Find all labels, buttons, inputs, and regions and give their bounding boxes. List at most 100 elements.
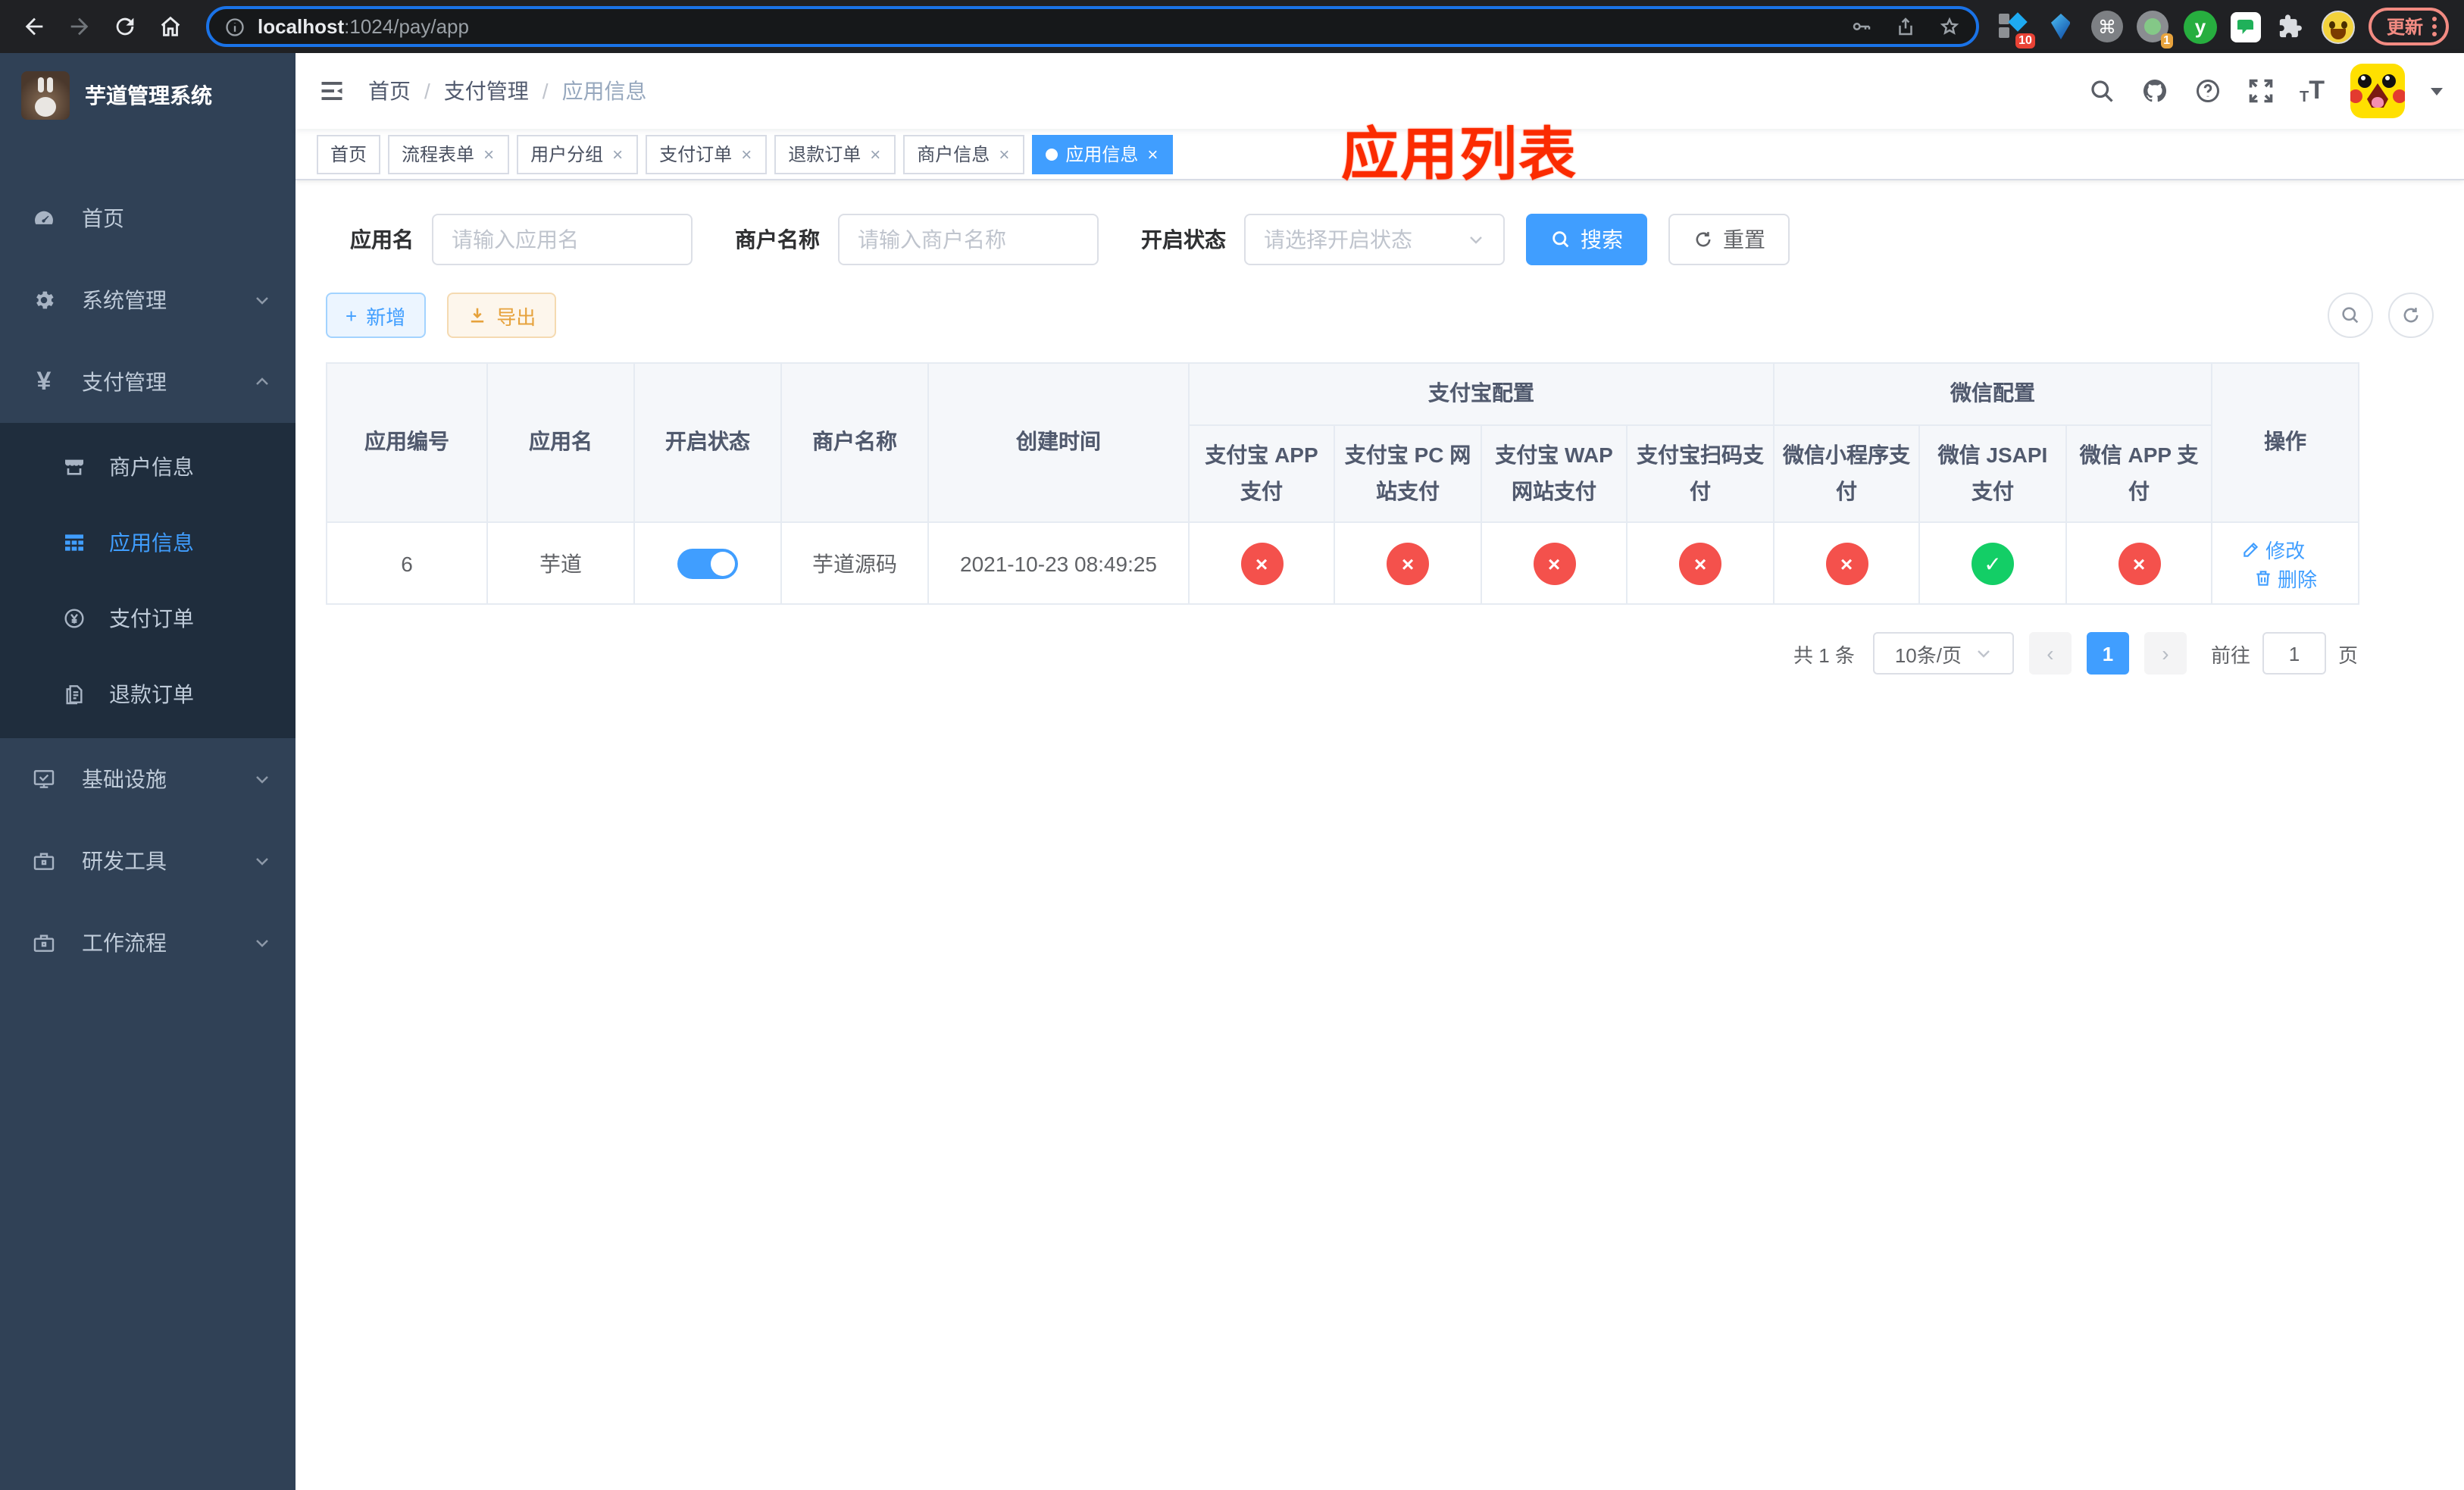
sidebar-item-refund-orders[interactable]: 退款订单 bbox=[0, 656, 295, 732]
refresh-table-button[interactable] bbox=[2388, 293, 2434, 338]
help-icon[interactable] bbox=[2194, 77, 2221, 105]
reset-button[interactable]: 重置 bbox=[1668, 214, 1790, 265]
merchant-name-input[interactable] bbox=[838, 214, 1099, 265]
search-button[interactable]: 搜索 bbox=[1526, 214, 1647, 265]
add-button[interactable]: + 新增 bbox=[326, 293, 426, 338]
breadcrumb-payment[interactable]: 支付管理 bbox=[444, 76, 529, 106]
cell-created: 2021-10-23 08:49:25 bbox=[927, 521, 1190, 606]
font-size-icon[interactable]: TT bbox=[2300, 76, 2325, 106]
sidebar-item-app-info[interactable]: 应用信息 bbox=[0, 505, 295, 581]
reload-icon[interactable] bbox=[106, 8, 142, 45]
bookmark-star-icon[interactable] bbox=[1938, 15, 1961, 38]
app-title: 芋道管理系统 bbox=[85, 83, 212, 108]
password-key-icon[interactable] bbox=[1850, 15, 1873, 38]
browser-profile-avatar[interactable] bbox=[2321, 10, 2355, 43]
sidebar-item-workflow[interactable]: 工作流程 bbox=[0, 902, 295, 984]
status-select[interactable]: 请选择开启状态 bbox=[1244, 214, 1505, 265]
sidebar-item-home[interactable]: 首页 bbox=[0, 177, 295, 259]
delete-button[interactable]: 删除 bbox=[2253, 564, 2317, 593]
chevron-down-icon bbox=[253, 291, 271, 309]
page-number-1[interactable]: 1 bbox=[2086, 632, 2129, 675]
col-group-wechat: 微信配置 bbox=[1772, 362, 2213, 426]
extensions-puzzle-icon[interactable] bbox=[2275, 10, 2308, 43]
download-icon bbox=[471, 308, 483, 323]
url-bar[interactable]: localhost:1024/pay/app bbox=[206, 6, 1979, 47]
close-icon[interactable]: × bbox=[482, 145, 496, 163]
refresh-icon bbox=[2403, 308, 2419, 323]
app-logo[interactable]: 芋道管理系统 bbox=[0, 53, 295, 138]
plus-icon: + bbox=[346, 304, 358, 327]
recorder-extension-icon[interactable]: 1 bbox=[2137, 10, 2173, 48]
col-alipay-pc: 支付宝 PC 网站支付 bbox=[1334, 424, 1482, 524]
app-name-input[interactable] bbox=[432, 214, 693, 265]
chevron-down-icon bbox=[1974, 645, 1992, 663]
browser-toolbar: localhost:1024/pay/app 10 ⌘ 1 y 更新 bbox=[0, 0, 2464, 53]
status-label: 开启状态 bbox=[1141, 227, 1226, 252]
sidebar-item-infrastructure[interactable]: 基础设施 bbox=[0, 738, 295, 820]
kite-extension-icon[interactable] bbox=[2044, 10, 2078, 43]
breadcrumb-home[interactable]: 首页 bbox=[368, 76, 411, 106]
yen-circle-icon bbox=[61, 605, 88, 632]
close-icon[interactable]: × bbox=[1146, 145, 1159, 163]
col-merchant: 商户名称 bbox=[780, 362, 929, 524]
col-group-alipay: 支付宝配置 bbox=[1188, 362, 1775, 426]
user-avatar[interactable] bbox=[2350, 64, 2405, 118]
tag-refund-orders[interactable]: 退款订单 × bbox=[774, 134, 896, 174]
tag-home[interactable]: 首页 bbox=[317, 134, 381, 174]
github-icon[interactable] bbox=[2140, 77, 2168, 105]
share-icon[interactable] bbox=[1894, 15, 1917, 38]
sidebar-item-dev-tools[interactable]: 研发工具 bbox=[0, 820, 295, 902]
col-created: 创建时间 bbox=[927, 362, 1190, 524]
chevron-down-icon bbox=[253, 852, 271, 870]
tag-merchant-info[interactable]: 商户信息 × bbox=[903, 134, 1025, 174]
tag-app-info[interactable]: 应用信息 × bbox=[1032, 134, 1174, 174]
goto-page-input[interactable] bbox=[2262, 632, 2326, 675]
screen: localhost:1024/pay/app 10 ⌘ 1 y 更新 芋道管理系… bbox=[0, 0, 2464, 1490]
edit-button[interactable]: 修改 bbox=[2241, 535, 2305, 564]
alipay-wap-status-icon: × bbox=[1533, 542, 1575, 585]
user-menu-caret-icon[interactable] bbox=[2431, 87, 2443, 95]
page-size-select[interactable]: 10条/页 bbox=[1872, 632, 2014, 675]
fullscreen-icon[interactable] bbox=[2247, 77, 2274, 105]
forward-icon[interactable] bbox=[61, 8, 97, 45]
sidebar-item-pay-orders[interactable]: 支付订单 bbox=[0, 581, 295, 656]
back-icon[interactable] bbox=[15, 8, 52, 45]
command-extension-icon[interactable]: ⌘ bbox=[2090, 11, 2123, 42]
chevron-down-icon bbox=[253, 934, 271, 952]
chrome-menu-icon[interactable] bbox=[2432, 17, 2437, 36]
briefcase-icon bbox=[30, 929, 58, 956]
dashboard-icon bbox=[30, 205, 58, 232]
status-toggle[interactable] bbox=[677, 548, 738, 579]
y-extension-icon[interactable]: y bbox=[2183, 10, 2217, 43]
next-page-button[interactable]: › bbox=[2143, 632, 2187, 675]
table-toolbar: + 新增 导出 bbox=[326, 293, 2434, 338]
close-icon[interactable]: × bbox=[740, 145, 753, 163]
home-icon[interactable] bbox=[152, 8, 188, 45]
sidebar-fold-icon[interactable] bbox=[295, 53, 368, 129]
chat-extension-icon[interactable] bbox=[2230, 11, 2261, 42]
export-button[interactable]: 导出 bbox=[446, 293, 556, 338]
search-form: 应用名 商户名称 开启状态 请选择开启状态 bbox=[326, 214, 2434, 265]
search-icon[interactable] bbox=[2087, 77, 2115, 105]
chrome-update-button[interactable]: 更新 bbox=[2368, 8, 2449, 45]
tag-pay-orders[interactable]: 支付订单 × bbox=[646, 134, 768, 174]
close-icon[interactable]: × bbox=[868, 145, 882, 163]
prev-page-button[interactable]: ‹ bbox=[2028, 632, 2072, 675]
document-icon bbox=[61, 681, 88, 708]
sidebar-item-system[interactable]: 系统管理 bbox=[0, 259, 295, 341]
chevron-down-icon bbox=[1467, 230, 1485, 249]
refresh-icon bbox=[1696, 232, 1711, 247]
page-info-icon[interactable] bbox=[224, 16, 245, 37]
grid-icon bbox=[61, 529, 88, 556]
sidebar-item-payment[interactable]: ¥ 支付管理 bbox=[0, 341, 295, 423]
close-icon[interactable]: × bbox=[611, 145, 624, 163]
shop-icon bbox=[61, 453, 88, 480]
tag-process-form[interactable]: 流程表单 × bbox=[388, 134, 510, 174]
extension-badge: 10 bbox=[2015, 33, 2035, 48]
tag-user-group[interactable]: 用户分组 × bbox=[517, 134, 639, 174]
sidebar-item-merchant-info[interactable]: 商户信息 bbox=[0, 429, 295, 505]
col-status: 开启状态 bbox=[633, 362, 782, 524]
toggle-search-button[interactable] bbox=[2328, 293, 2373, 338]
close-icon[interactable]: × bbox=[997, 145, 1011, 163]
adblock-extension-icon[interactable]: 10 bbox=[1997, 10, 2035, 48]
